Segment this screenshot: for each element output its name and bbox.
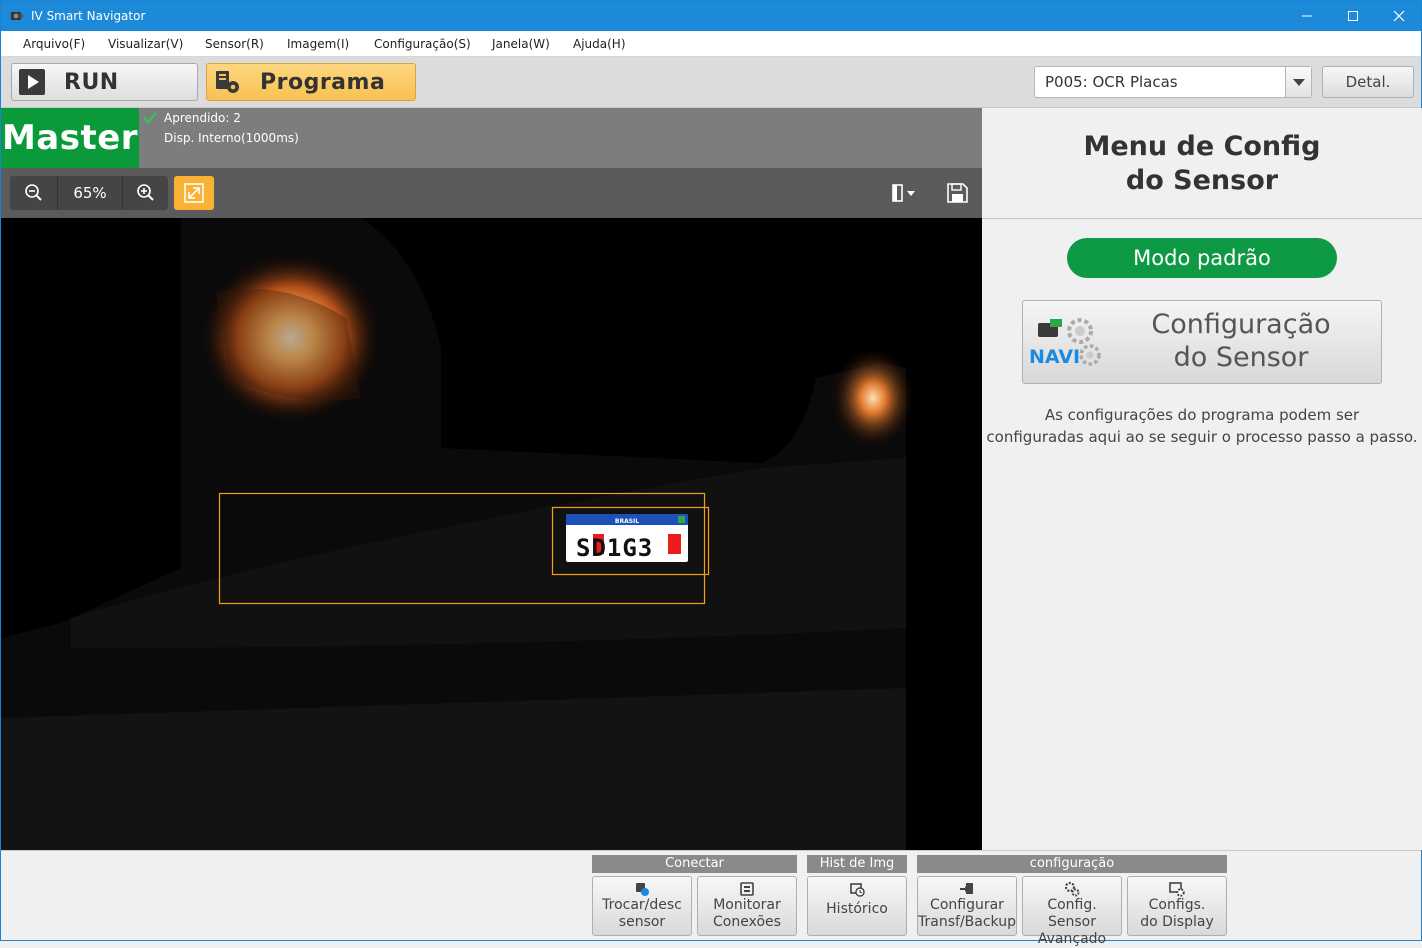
history-label: Histórico bbox=[826, 901, 888, 917]
navi-logo-text: NAVI bbox=[1029, 346, 1080, 368]
switch-sensor-button[interactable]: Trocar/desc sensor bbox=[592, 876, 692, 936]
divider bbox=[982, 218, 1422, 219]
master-badge: Master bbox=[1, 108, 139, 168]
zoom-level: 65% bbox=[73, 184, 107, 202]
zoom-in-icon bbox=[137, 184, 154, 201]
display-mode-icon bbox=[892, 184, 915, 202]
zoom-in-button[interactable] bbox=[122, 176, 168, 210]
plate-text: SD1G3 bbox=[576, 534, 653, 562]
title-bar: IV Smart Navigator bbox=[1, 1, 1421, 31]
transfer-backup-button[interactable]: Configurar Transf/Backup bbox=[917, 876, 1017, 936]
display-config-button[interactable]: Configs. do Display bbox=[1127, 876, 1227, 936]
image-toolbar: 65% bbox=[1, 168, 982, 218]
menu-bar: Arquivo(F) Visualizar(V) Sensor(R) Image… bbox=[1, 31, 1421, 57]
display-settings-icon bbox=[1169, 882, 1185, 897]
history-icon bbox=[850, 883, 865, 897]
description-line-2: configuradas aqui ao se seguir o process… bbox=[986, 428, 1418, 446]
camera-image[interactable]: BRASIL SD1G3 bbox=[1, 218, 982, 850]
maximize-icon bbox=[1348, 11, 1358, 21]
check-icon bbox=[143, 112, 157, 124]
fit-to-window-button[interactable] bbox=[174, 176, 214, 210]
main-toolbar: RUN Programa P005: OCR Placas Detal. bbox=[1, 57, 1421, 108]
sensor-config-menu: Menu de Config do Sensor Modo padrão NAV… bbox=[982, 108, 1422, 850]
status-strip: Master Aprendido: 2 Disp. Interno(1000ms… bbox=[1, 108, 982, 168]
display-mode-button[interactable] bbox=[889, 181, 921, 205]
config-menu-title: Menu de Config do Sensor bbox=[982, 130, 1422, 198]
group-header-connect: Conectar bbox=[592, 855, 797, 873]
zoom-out-icon bbox=[25, 184, 42, 201]
title-line-2: do Sensor bbox=[1125, 165, 1279, 196]
advanced-sensor-config-button[interactable]: Config. Sensor Avançado bbox=[1022, 876, 1122, 947]
monitor-connections-button[interactable]: Monitorar Conexões bbox=[697, 876, 797, 936]
menu-arquivo[interactable]: Arquivo(F) bbox=[23, 37, 85, 51]
switch-sensor-label-2: sensor bbox=[618, 914, 666, 930]
trigger-mode: Disp. Interno(1000ms) bbox=[164, 131, 299, 145]
menu-visualizar[interactable]: Visualizar(V) bbox=[108, 37, 183, 51]
save-image-button[interactable] bbox=[943, 180, 971, 206]
learned-count: Aprendido: 2 bbox=[164, 111, 241, 125]
expand-icon bbox=[184, 183, 204, 203]
menu-ajuda[interactable]: Ajuda(H) bbox=[573, 37, 626, 51]
menu-configuracao[interactable]: Configuração(S) bbox=[374, 37, 471, 51]
navi-logo-icon: NAVI bbox=[1029, 318, 1101, 368]
run-button[interactable]: RUN bbox=[11, 63, 198, 101]
transfer-icon bbox=[960, 883, 973, 894]
app-icon bbox=[11, 12, 23, 20]
app-window: IV Smart Navigator Arquivo(F) Visualizar… bbox=[0, 0, 1422, 947]
transfer-label-1: Configurar bbox=[930, 897, 1004, 913]
detail-button[interactable]: Detal. bbox=[1322, 66, 1414, 98]
save-icon bbox=[947, 183, 968, 203]
minimize-icon bbox=[1302, 15, 1312, 17]
chevron-down-icon bbox=[1293, 79, 1305, 86]
license-plate: BRASIL SD1G3 bbox=[566, 514, 688, 562]
dropdown-arrow[interactable] bbox=[1285, 67, 1311, 97]
program-button[interactable]: Programa bbox=[206, 63, 416, 101]
bottom-toolbar: Conectar Hist de Img configuração Trocar… bbox=[1, 850, 1421, 947]
close-button[interactable] bbox=[1376, 1, 1422, 31]
default-mode-button[interactable]: Modo padrão bbox=[1067, 238, 1337, 278]
minimize-button[interactable] bbox=[1284, 1, 1330, 31]
monitor-icon bbox=[740, 882, 754, 896]
plate-country-text: BRASIL bbox=[615, 518, 639, 525]
transfer-label-2: Transf/Backup bbox=[918, 914, 1016, 930]
display-config-label-2: do Display bbox=[1140, 914, 1214, 930]
program-settings-icon bbox=[216, 71, 239, 93]
display-config-label-1: Configs. bbox=[1148, 897, 1206, 913]
program-select-value: P005: OCR Placas bbox=[1045, 73, 1178, 91]
run-label: RUN bbox=[64, 70, 119, 95]
camera-view: BRASIL SD1G3 bbox=[1, 218, 982, 850]
title-line-1: Menu de Config bbox=[1083, 131, 1321, 162]
history-button[interactable]: Histórico bbox=[807, 876, 907, 936]
play-icon bbox=[19, 69, 45, 95]
program-select[interactable]: P005: OCR Placas bbox=[1034, 66, 1312, 98]
menu-sensor[interactable]: Sensor(R) bbox=[205, 37, 264, 51]
config-description: As configurações do programa podem ser c… bbox=[982, 404, 1422, 448]
switch-sensor-icon bbox=[636, 883, 649, 896]
menu-janela[interactable]: Janela(W) bbox=[492, 37, 550, 51]
advanced-config-label-2: Avançado bbox=[1037, 931, 1107, 947]
menu-imagem[interactable]: Imagem(I) bbox=[287, 37, 349, 51]
group-header-image-history: Hist de Img bbox=[807, 855, 907, 873]
monitor-label-1: Monitorar bbox=[713, 897, 781, 913]
gear-icon bbox=[1064, 881, 1080, 897]
close-icon bbox=[1393, 10, 1405, 22]
window-title: IV Smart Navigator bbox=[31, 9, 146, 23]
maximize-button[interactable] bbox=[1330, 1, 1376, 31]
zoom-out-button[interactable] bbox=[10, 176, 58, 210]
monitor-label-2: Conexões bbox=[713, 914, 781, 930]
sensor-config-button[interactable]: NAVI Configuração do Sensor bbox=[1022, 300, 1382, 384]
sensor-config-line-1: Configuração bbox=[1151, 309, 1331, 340]
sensor-config-line-2: do Sensor bbox=[1173, 342, 1309, 373]
description-line-1: As configurações do programa podem ser bbox=[1044, 406, 1360, 424]
advanced-config-label-1: Config. Sensor bbox=[1047, 897, 1097, 930]
group-header-configuration: configuração bbox=[917, 855, 1227, 873]
switch-sensor-label-1: Trocar/desc bbox=[602, 897, 682, 913]
program-label: Programa bbox=[260, 70, 386, 95]
zoom-group: 65% bbox=[10, 176, 168, 210]
